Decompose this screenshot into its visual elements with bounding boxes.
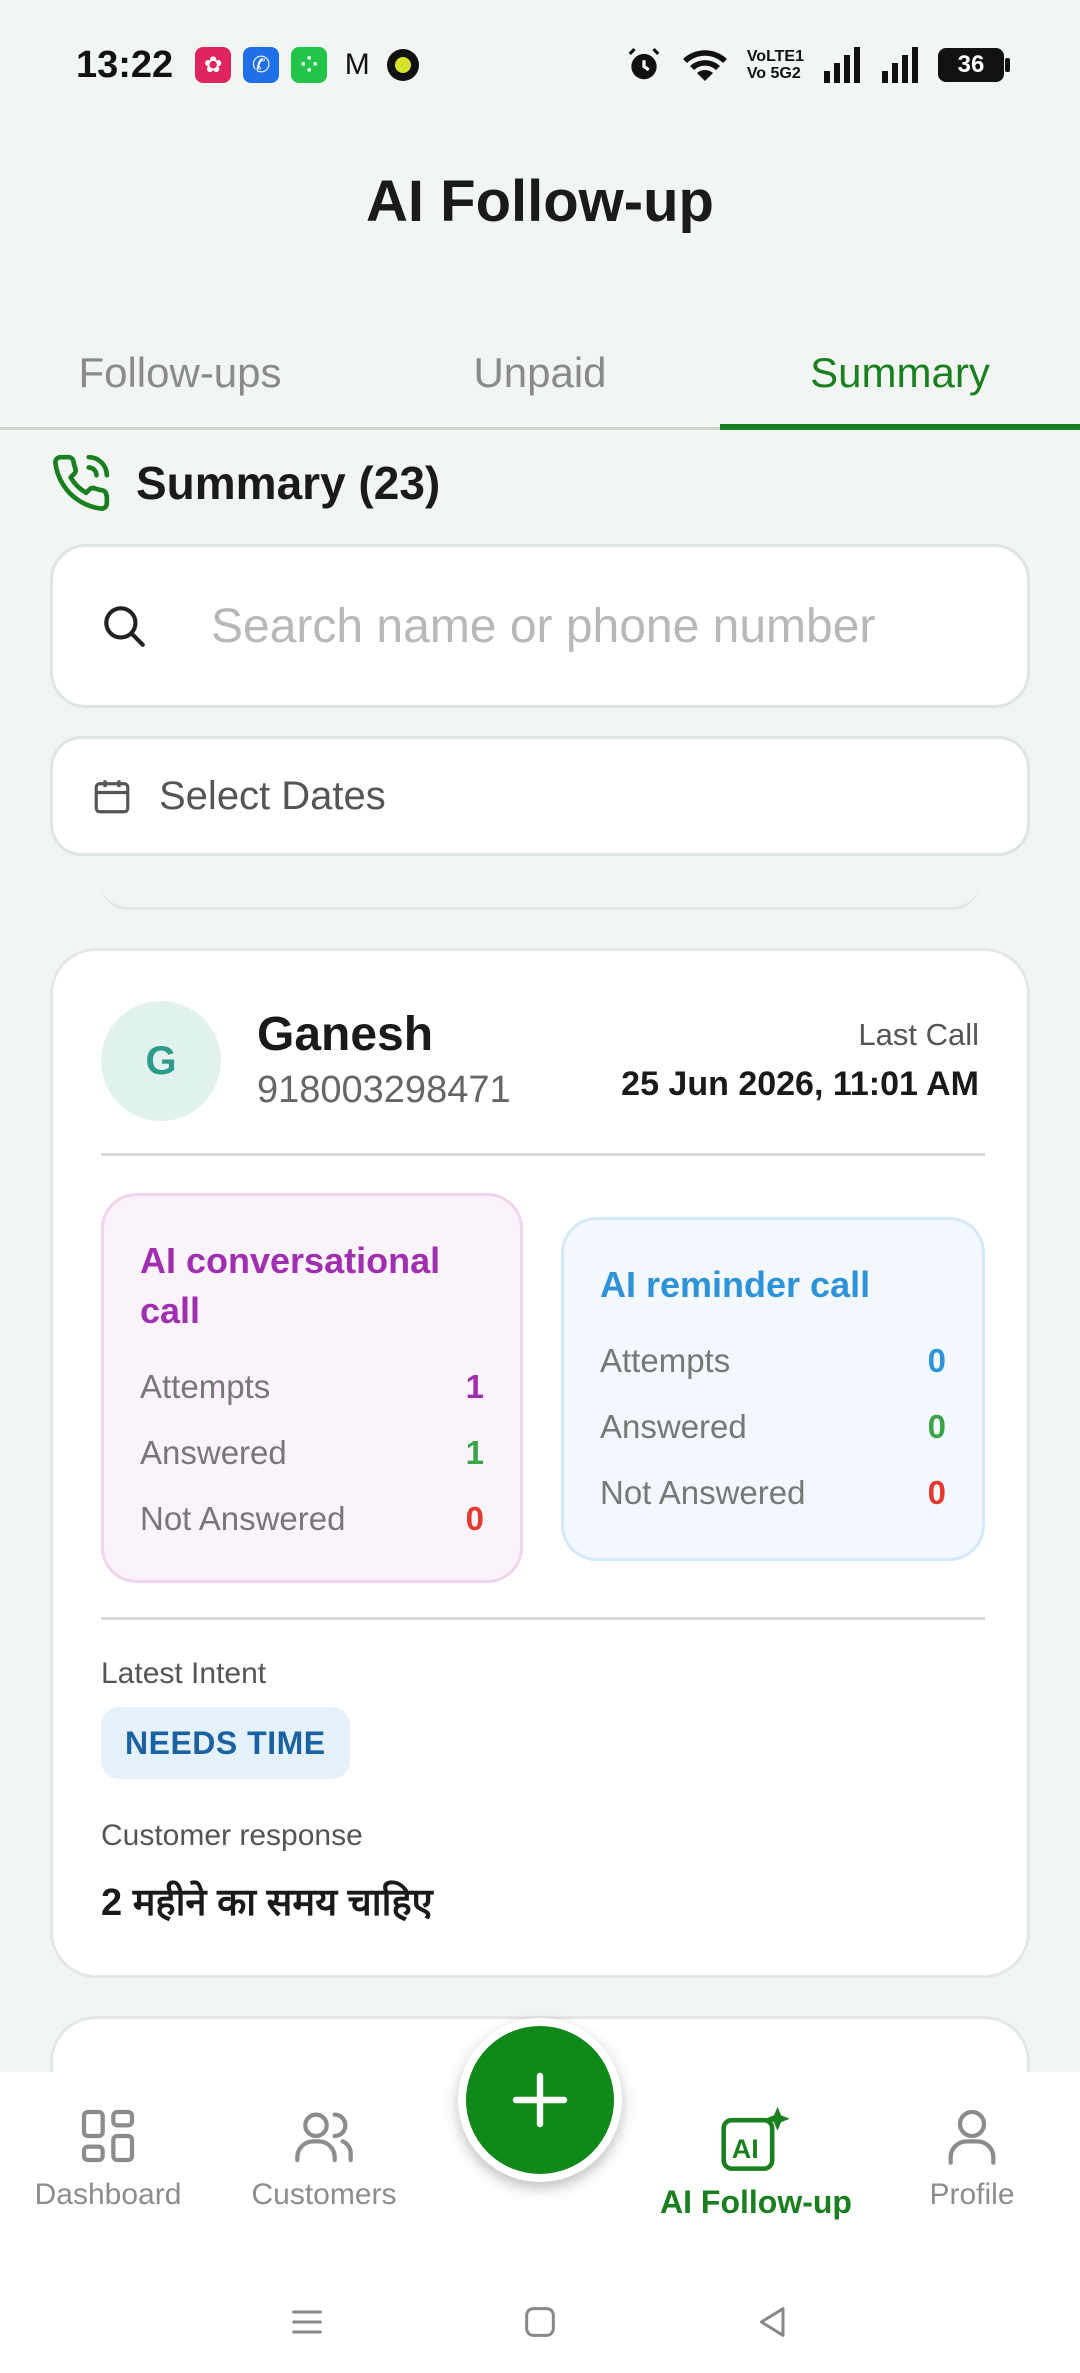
card-divider-top bbox=[101, 1153, 985, 1156]
reminder-call-stats: AI reminder call Attempts 0 Answered 0 N… bbox=[561, 1217, 985, 1561]
home-icon[interactable] bbox=[520, 2302, 560, 2342]
nav-customers[interactable]: Customers bbox=[216, 2072, 432, 2270]
alarm-icon bbox=[628, 48, 660, 80]
conversational-call-title: AI conversational call bbox=[140, 1240, 441, 1331]
stat-value: 1 bbox=[465, 1434, 484, 1471]
stat-label: Not Answered bbox=[140, 1500, 346, 1537]
circle-app-icon bbox=[387, 49, 420, 81]
stat-label: Attempts bbox=[140, 1368, 271, 1405]
customers-icon bbox=[295, 2112, 353, 2163]
system-nav-bar bbox=[0, 2270, 1080, 2373]
page-title: AI Follow-up bbox=[366, 169, 714, 234]
tab-follow-ups[interactable]: Follow-ups bbox=[0, 318, 360, 427]
card-divider-bottom bbox=[101, 1617, 985, 1620]
tab-summary[interactable]: Summary bbox=[720, 318, 1080, 430]
latest-intent-label: Latest Intent bbox=[101, 1657, 267, 1690]
search-box[interactable] bbox=[50, 544, 1030, 708]
reminder-call-title: AI reminder call bbox=[600, 1264, 871, 1305]
signal-2-icon bbox=[882, 47, 918, 83]
status-right-icons: VoLTE1 Vo 5G2 36 bbox=[625, 46, 1010, 84]
nav-ai-follow-up[interactable]: AI AI Follow-up bbox=[648, 2072, 864, 2270]
stat-value: 0 bbox=[927, 1474, 946, 1511]
calendar-icon bbox=[94, 780, 130, 814]
nav-label: AI Follow-up bbox=[660, 2184, 852, 2220]
grid-app-icon: ⁘ bbox=[291, 47, 328, 83]
nav-dashboard[interactable]: Dashboard bbox=[0, 2072, 216, 2270]
search-input[interactable] bbox=[211, 598, 971, 654]
customer-phone: 918003298471 bbox=[257, 1069, 511, 1111]
stat-label: Answered bbox=[140, 1434, 287, 1471]
customer-response-label: Customer response bbox=[101, 1819, 363, 1852]
date-filter[interactable]: Select Dates bbox=[50, 736, 1030, 856]
stat-value: 0 bbox=[927, 1408, 946, 1445]
back-icon[interactable] bbox=[753, 2302, 793, 2342]
conversational-answered-row: Answered 1 bbox=[140, 1420, 484, 1486]
phone-app-icon: ✆ bbox=[243, 47, 280, 83]
customer-summary-card[interactable]: G Ganesh 918003298471 Last Call 25 Jun 2… bbox=[50, 948, 1030, 1978]
tab-bar: Follow-ups Unpaid Summary bbox=[0, 318, 1080, 430]
customer-name: Ganesh bbox=[257, 1008, 434, 1061]
volte-bottom-label: Vo 5G2 bbox=[746, 65, 801, 82]
menu-icon[interactable] bbox=[287, 2302, 327, 2342]
stat-value: 0 bbox=[465, 1500, 484, 1537]
notification-icons: ✿ ✆ ⁘ M bbox=[195, 47, 420, 83]
battery-level: 36 bbox=[957, 51, 985, 78]
nav-label: Customers bbox=[251, 2178, 397, 2211]
summary-title: Summary (23) bbox=[136, 457, 441, 509]
phone-call-icon bbox=[53, 454, 110, 511]
conversational-not-answered-row: Not Answered 0 bbox=[140, 1486, 484, 1552]
tab-unpaid[interactable]: Unpaid bbox=[360, 318, 720, 427]
last-call-label: Last Call bbox=[858, 1017, 979, 1052]
stat-value: 0 bbox=[927, 1342, 946, 1379]
reminder-answered-row: Answered 0 bbox=[600, 1394, 946, 1460]
flower-app-icon: ✿ bbox=[195, 47, 232, 83]
wifi-icon bbox=[682, 50, 727, 81]
status-bar: 13:22 ✿ ✆ ⁘ M VoLTE1 Vo 5G2 36 bbox=[0, 0, 1080, 130]
nav-profile[interactable]: Profile bbox=[864, 2072, 1080, 2270]
stat-label: Not Answered bbox=[600, 1474, 806, 1511]
volte-top-label: VoLTE1 bbox=[746, 48, 804, 65]
battery-indicator: 36 bbox=[938, 48, 1010, 82]
stat-value: 1 bbox=[465, 1368, 484, 1405]
customer-response-text: 2 महीने का समय चाहिए bbox=[101, 1882, 433, 1924]
intent-badge: NEEDS TIME bbox=[101, 1707, 350, 1779]
svg-text:AI: AI bbox=[732, 2134, 759, 2164]
summary-heading: Summary (23) bbox=[50, 452, 440, 514]
search-icon bbox=[104, 606, 145, 647]
last-call-value: 25 Jun 2026, 11:01 AM bbox=[621, 1065, 979, 1103]
ai-sparkle-icon: AI bbox=[721, 2106, 790, 2171]
stat-label: Answered bbox=[600, 1408, 747, 1445]
date-filter-label: Select Dates bbox=[159, 773, 386, 818]
profile-icon bbox=[948, 2109, 996, 2165]
nav-label: Profile bbox=[929, 2178, 1015, 2211]
stat-label: Attempts bbox=[600, 1342, 731, 1379]
avatar: G bbox=[101, 1001, 221, 1121]
reminder-attempts-row: Attempts 0 bbox=[600, 1328, 946, 1394]
plus-icon bbox=[512, 2072, 568, 2128]
add-button[interactable] bbox=[458, 2018, 622, 2182]
nav-label: Dashboard bbox=[34, 2178, 182, 2211]
conversational-call-stats: AI conversational call Attempts 1 Answer… bbox=[101, 1193, 523, 1583]
signal-1-icon bbox=[824, 47, 860, 83]
previous-card-edge bbox=[100, 882, 980, 910]
dashboard-icon bbox=[81, 2109, 135, 2163]
gmail-icon: M bbox=[344, 48, 370, 81]
status-time: 13:22 bbox=[76, 43, 174, 86]
volte-indicator: VoLTE1 Vo 5G2 bbox=[747, 48, 804, 82]
reminder-not-answered-row: Not Answered 0 bbox=[600, 1460, 946, 1526]
conversational-attempts-row: Attempts 1 bbox=[140, 1354, 484, 1420]
